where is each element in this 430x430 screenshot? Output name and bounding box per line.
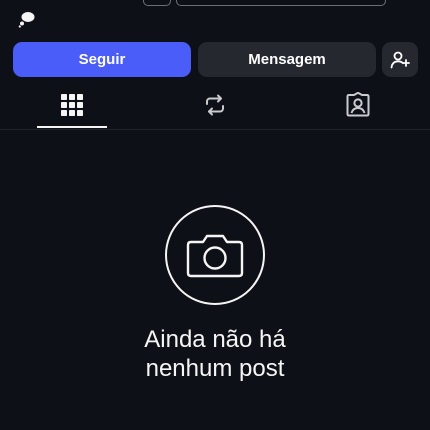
- tab-tagged[interactable]: [323, 80, 393, 130]
- tabs-divider: [0, 129, 430, 130]
- tab-reposts[interactable]: [180, 80, 250, 130]
- tagged-person-icon: [346, 92, 370, 117]
- profile-tabs: [0, 80, 430, 130]
- profile-header-clipped: [0, 0, 430, 40]
- camera-circle: [165, 205, 265, 305]
- follow-button[interactable]: Seguir: [13, 42, 191, 77]
- profile-actions: Seguir Mensagem: [13, 42, 418, 77]
- repost-icon: [206, 94, 224, 116]
- grid-icon: [61, 94, 83, 116]
- add-user-button[interactable]: [382, 42, 418, 77]
- profile-stat-box[interactable]: [143, 0, 171, 6]
- active-tab-indicator: [37, 126, 107, 128]
- profile-info-box[interactable]: [176, 0, 386, 6]
- message-button[interactable]: Mensagem: [198, 42, 376, 77]
- camera-icon: [186, 234, 244, 278]
- empty-state-text: Ainda não há nenhum post: [144, 326, 286, 382]
- add-person-icon: [390, 51, 410, 68]
- tab-posts-grid[interactable]: [37, 80, 107, 130]
- empty-posts-state: Ainda não há nenhum post: [0, 200, 430, 383]
- thought-bubble-icon[interactable]: [18, 10, 36, 28]
